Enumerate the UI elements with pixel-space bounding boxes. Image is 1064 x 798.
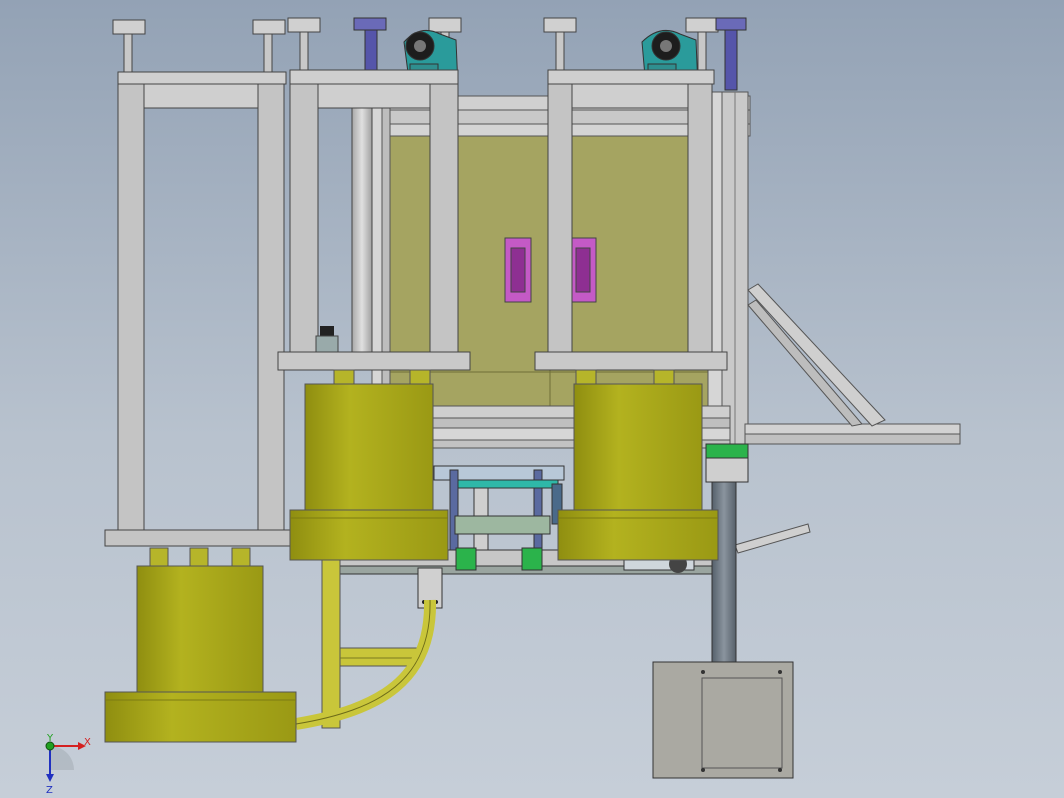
support-leg <box>295 557 437 730</box>
tank-middle <box>289 369 449 561</box>
orientation-triad[interactable]: X Y Z <box>45 733 91 796</box>
triad-y-label: Y <box>46 733 54 744</box>
left-frame <box>104 71 296 547</box>
triad-x-label: X <box>84 737 91 748</box>
tank-right <box>557 369 719 561</box>
tank-left-low <box>104 547 297 743</box>
base-box <box>652 661 794 779</box>
cad-viewport[interactable]: X Y Z <box>0 0 1064 798</box>
assembly-model-view[interactable]: X Y Z <box>0 0 1064 798</box>
triad-z-label: Z <box>46 785 53 796</box>
